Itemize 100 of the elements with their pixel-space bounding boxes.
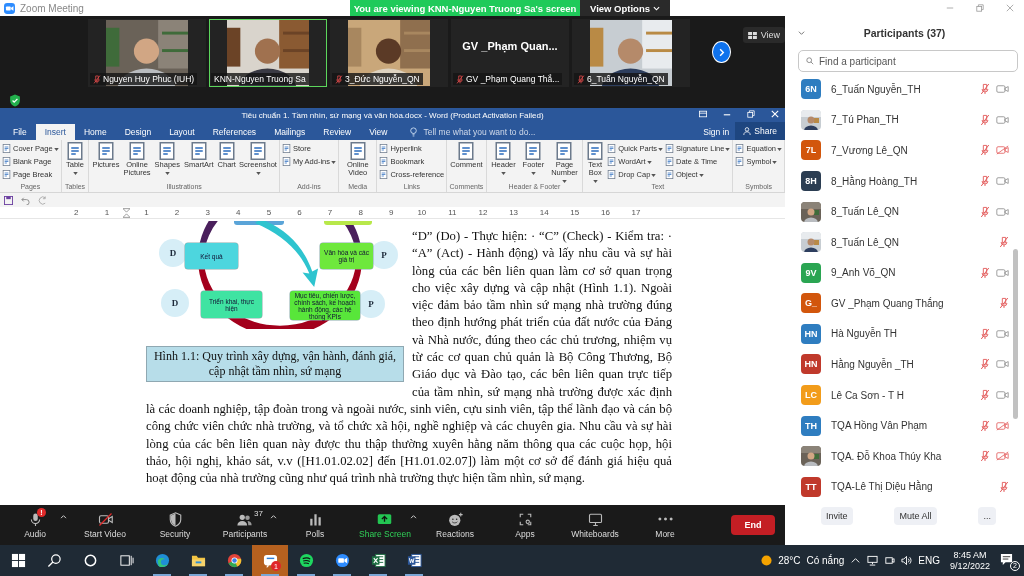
panel-title: Participants (37)	[863, 27, 946, 39]
speaker-icon[interactable]	[901, 555, 913, 566]
video-off-icon[interactable]	[996, 420, 1009, 431]
camera-icon[interactable]	[884, 555, 896, 566]
avatar: HN	[801, 354, 821, 375]
toolbar-button[interactable]: Share Screen	[357, 505, 413, 545]
ribbon-tab[interactable]: Layout	[160, 124, 204, 140]
view-button[interactable]: View	[742, 27, 785, 43]
toolbar-button[interactable]: Security	[157, 505, 193, 545]
browser-ball-icon	[226, 553, 242, 568]
caret-icon	[772, 160, 778, 164]
spreadsheet-icon	[370, 553, 386, 568]
indent-marker-icon[interactable]	[123, 207, 131, 218]
panel-button[interactable]: Mute All	[894, 507, 937, 525]
chevron-up-icon[interactable]	[850, 555, 862, 566]
view-options-button[interactable]: View Options	[580, 0, 670, 16]
clock-time[interactable]: 8:45 AM	[953, 549, 987, 561]
muted-mic-icon[interactable]	[980, 358, 990, 371]
video-off-icon[interactable]	[996, 451, 1009, 462]
ribbon-tab[interactable]: Home	[74, 124, 116, 140]
video-camera-icon[interactable]	[996, 176, 1009, 186]
muted-mic-icon[interactable]	[980, 266, 990, 279]
tell-me-field[interactable]: Tell me what you want to do...	[421, 126, 576, 138]
restore-icon[interactable]	[976, 4, 984, 12]
ribbon-tab[interactable]: File	[4, 124, 36, 140]
sign-in-link[interactable]: Sign in	[697, 124, 736, 140]
caret-icon	[777, 147, 782, 151]
muted-mic-icon[interactable]	[999, 236, 1009, 249]
clock-date[interactable]: 9/12/2022	[949, 560, 990, 572]
shield-check-icon[interactable]	[9, 94, 21, 107]
next-page-button[interactable]	[712, 41, 731, 63]
participant-name: 6_Tuấn Nguyễn_QN	[587, 74, 665, 84]
caret-icon	[653, 4, 660, 12]
video-camera-icon[interactable]	[996, 206, 1009, 217]
muted-mic-icon[interactable]	[999, 297, 1009, 310]
video-camera-icon[interactable]	[996, 114, 1009, 125]
toolbar-button[interactable]: Start Video	[82, 505, 128, 545]
panel-button[interactable]: Invite	[821, 507, 853, 525]
document-icon	[379, 144, 389, 153]
ribbon-tab[interactable]: Design	[115, 124, 161, 140]
video-camera-icon[interactable]	[996, 267, 1009, 278]
muted-mic-icon[interactable]	[980, 113, 990, 126]
video-camera-icon[interactable]	[996, 328, 1009, 339]
caret-icon	[255, 171, 261, 175]
panel-button[interactable]: ...	[978, 507, 996, 525]
toolbar-button[interactable]: More	[653, 505, 677, 545]
avatar: HN	[801, 323, 821, 344]
task-view-icon	[118, 553, 134, 568]
muted-mic-icon[interactable]	[999, 480, 1009, 493]
muted-mic-icon[interactable]	[980, 450, 990, 463]
toolbar-button[interactable]: Whiteboards	[569, 505, 621, 545]
participant-name: 7_Tú Phan_TH	[831, 114, 900, 126]
muted-mic-icon[interactable]	[980, 83, 990, 96]
speech-bubble-icon[interactable]	[1000, 552, 1013, 566]
muted-mic-icon[interactable]	[980, 144, 990, 157]
muted-mic-icon[interactable]	[980, 175, 990, 187]
ribbon-display-icon[interactable]	[699, 110, 707, 118]
participant-name: GV _Phạm Quang Thắ...	[466, 74, 560, 84]
end-button[interactable]: End	[731, 515, 775, 535]
search-field[interactable]: Find a participant	[798, 50, 1018, 72]
weather-condition: Có nắng	[806, 555, 845, 566]
folder-icon	[190, 553, 206, 568]
toolbar-button[interactable]: Apps	[513, 505, 537, 545]
bar-chart-icon	[307, 511, 323, 527]
scrollbar-thumb[interactable]	[1013, 249, 1018, 419]
participant-name: TQA Hồng Vân Phạm	[831, 420, 929, 432]
sun-icon[interactable]	[761, 555, 773, 566]
muted-mic-icon[interactable]	[980, 205, 990, 218]
ribbon-tab[interactable]: Mailings	[265, 124, 315, 140]
muted-mic-icon[interactable]	[980, 389, 990, 402]
muted-mic-icon[interactable]	[980, 327, 990, 340]
redo-icon[interactable]	[38, 195, 47, 205]
document-icon	[665, 144, 674, 153]
ribbon-tab[interactable]: Review	[314, 124, 361, 140]
ribbon-tab[interactable]: Insert	[35, 124, 75, 140]
video-camera-icon[interactable]	[996, 359, 1009, 370]
toolbar-button[interactable]: Reactions	[434, 505, 476, 545]
ruler-number: 2	[173, 207, 181, 218]
video-camera-icon[interactable]	[996, 84, 1009, 95]
share-button[interactable]: Share	[735, 122, 785, 140]
video-off-icon[interactable]	[996, 145, 1009, 156]
ribbon-tab[interactable]: References	[203, 124, 266, 140]
avatar: TH	[801, 415, 821, 436]
chevron-down-icon[interactable]	[798, 30, 805, 36]
ruler-number: 5	[265, 207, 273, 218]
restore-icon[interactable]	[747, 110, 755, 118]
monitor-icon[interactable]	[867, 555, 879, 566]
save-icon[interactable]	[4, 195, 13, 205]
video-camera-icon[interactable]	[996, 390, 1009, 401]
search-icon	[806, 57, 814, 65]
participant-name: 6_Tuấn Nguyễn_TH	[831, 83, 922, 95]
ribbon-tab[interactable]: View	[360, 124, 397, 140]
undo-icon[interactable]	[21, 195, 30, 205]
document-icon	[379, 157, 389, 166]
toolbar-button[interactable]: Polls	[303, 505, 327, 545]
ruler-number: 1	[143, 207, 150, 218]
participant-name: Hằng Nguyễn _TH	[831, 359, 915, 370]
muted-mic-icon[interactable]	[980, 419, 990, 432]
input-language[interactable]: ENG	[918, 555, 940, 566]
document-icon	[607, 170, 617, 179]
